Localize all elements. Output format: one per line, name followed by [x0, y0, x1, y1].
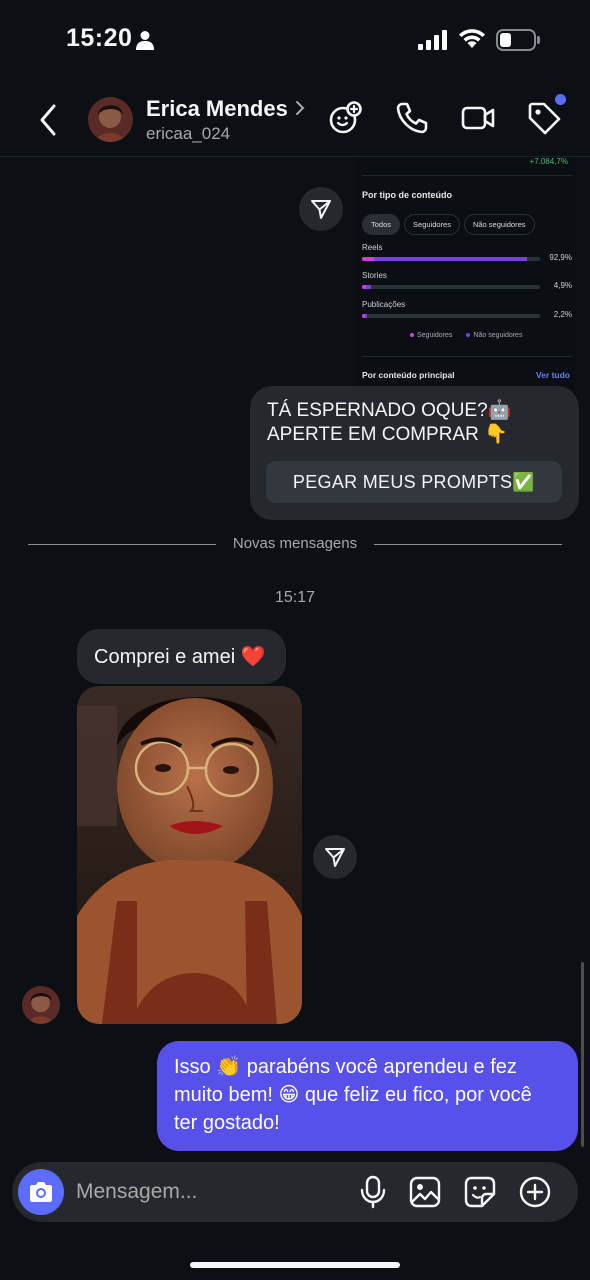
contact-avatar[interactable]: [88, 97, 133, 142]
metric-stories: Stories 4,9%: [362, 271, 572, 290]
divider: [362, 356, 572, 357]
metric-publications: Publicações 2,2%: [362, 300, 572, 319]
filter-chip-all: Todos: [362, 214, 401, 235]
back-chevron-icon[interactable]: [34, 102, 64, 138]
filter-chip-followers: Seguidores: [404, 214, 460, 235]
metric-label: Publicações: [362, 300, 406, 309]
main-content-title: Por conteúdo principal: [362, 370, 455, 380]
ai-sticker-icon[interactable]: [328, 100, 364, 136]
promo-text: TÁ ESPERNADO OQUE?🤖 APERTE EM COMPRAR 👇: [267, 400, 512, 445]
legend-dot: [466, 333, 471, 338]
sender-avatar[interactable]: [22, 986, 60, 1024]
non-followers-fill: [374, 257, 528, 261]
section-title: Por tipo de conteúdo: [362, 190, 452, 200]
outgoing-message[interactable]: Isso 👏 parabéns você aprendeu e fez muit…: [157, 1041, 578, 1151]
new-messages-line-right: [374, 544, 562, 545]
non-followers-fill: [365, 285, 371, 289]
phone-call-icon[interactable]: [394, 100, 430, 136]
filter-chips: Todos Seguidores Não seguidores: [362, 214, 535, 235]
microphone-icon[interactable]: [356, 1175, 390, 1209]
tag-icon[interactable]: [526, 100, 562, 136]
metric-reels: Reels 92,9%: [362, 243, 572, 262]
followers-fill: [362, 257, 375, 261]
metric-track: [362, 314, 540, 318]
plus-icon[interactable]: [518, 1175, 552, 1209]
contact-handle: ericaa_024: [146, 124, 231, 143]
notification-dot: [555, 94, 566, 105]
buy-prompts-button[interactable]: PEGAR MEUS PROMPTS✅: [266, 461, 562, 503]
message-input[interactable]: [76, 1170, 336, 1214]
legend-followers: Seguidores: [410, 332, 452, 339]
growth-value: +7.084,7%: [529, 157, 568, 166]
message-composer: [12, 1162, 578, 1222]
avatar-photo-icon: [88, 97, 133, 142]
incoming-photo[interactable]: [77, 686, 302, 1024]
camera-button[interactable]: [18, 1169, 64, 1215]
contact-name[interactable]: Erica Mendes: [146, 96, 288, 122]
status-time: 15:20: [66, 24, 133, 52]
legend-label: Não seguidores: [473, 332, 523, 339]
chevron-right-icon[interactable]: [294, 99, 306, 117]
person-icon: [136, 31, 154, 50]
incoming-message-text: Comprei e amei ❤️: [94, 646, 266, 668]
filter-chip-non-followers: Não seguidores: [463, 214, 535, 235]
metric-percent: 4,9%: [553, 281, 572, 290]
divider: [362, 175, 572, 176]
shared-insights-screenshot[interactable]: +7.084,7% Por tipo de conteúdo Todos Seg…: [356, 157, 578, 389]
metric-track: [362, 285, 540, 289]
incoming-message[interactable]: Comprei e amei ❤️: [77, 629, 286, 684]
legend-dot: [410, 333, 414, 338]
share-button[interactable]: [313, 835, 357, 879]
sticker-icon[interactable]: [463, 1175, 497, 1209]
message-timestamp: 15:17: [274, 589, 316, 606]
non-followers-fill: [365, 314, 367, 318]
cellular-signal-icon: [418, 30, 447, 50]
metric-track: [362, 257, 540, 261]
home-indicator[interactable]: [190, 1262, 400, 1268]
legend-non-followers: Não seguidores: [466, 332, 522, 339]
metric-label: Reels: [362, 243, 383, 252]
send-icon: [311, 200, 331, 219]
chart-legend: Seguidores Não seguidores: [410, 332, 522, 339]
scrollbar[interactable]: [581, 962, 584, 1147]
video-call-icon[interactable]: [460, 100, 496, 136]
see-all-link: Ver tudo: [535, 370, 570, 380]
send-icon: [325, 848, 345, 867]
outgoing-message-text: Isso 👏 parabéns você aprendeu e fez muit…: [174, 1056, 532, 1134]
metric-percent: 2,2%: [553, 310, 572, 319]
gallery-icon[interactable]: [408, 1175, 442, 1209]
metric-percent: 92,9%: [549, 253, 572, 262]
share-button[interactable]: [299, 187, 343, 231]
avatar-photo-icon: [22, 986, 60, 1024]
outgoing-promo-message[interactable]: TÁ ESPERNADO OQUE?🤖 APERTE EM COMPRAR 👇 …: [250, 386, 579, 520]
wifi-icon: [459, 29, 485, 48]
selfie-photo-icon: [77, 686, 302, 1024]
metric-label: Stories: [362, 271, 387, 280]
camera-icon: [30, 1182, 52, 1202]
battery-icon: [496, 29, 540, 51]
legend-label: Seguidores: [417, 332, 453, 339]
